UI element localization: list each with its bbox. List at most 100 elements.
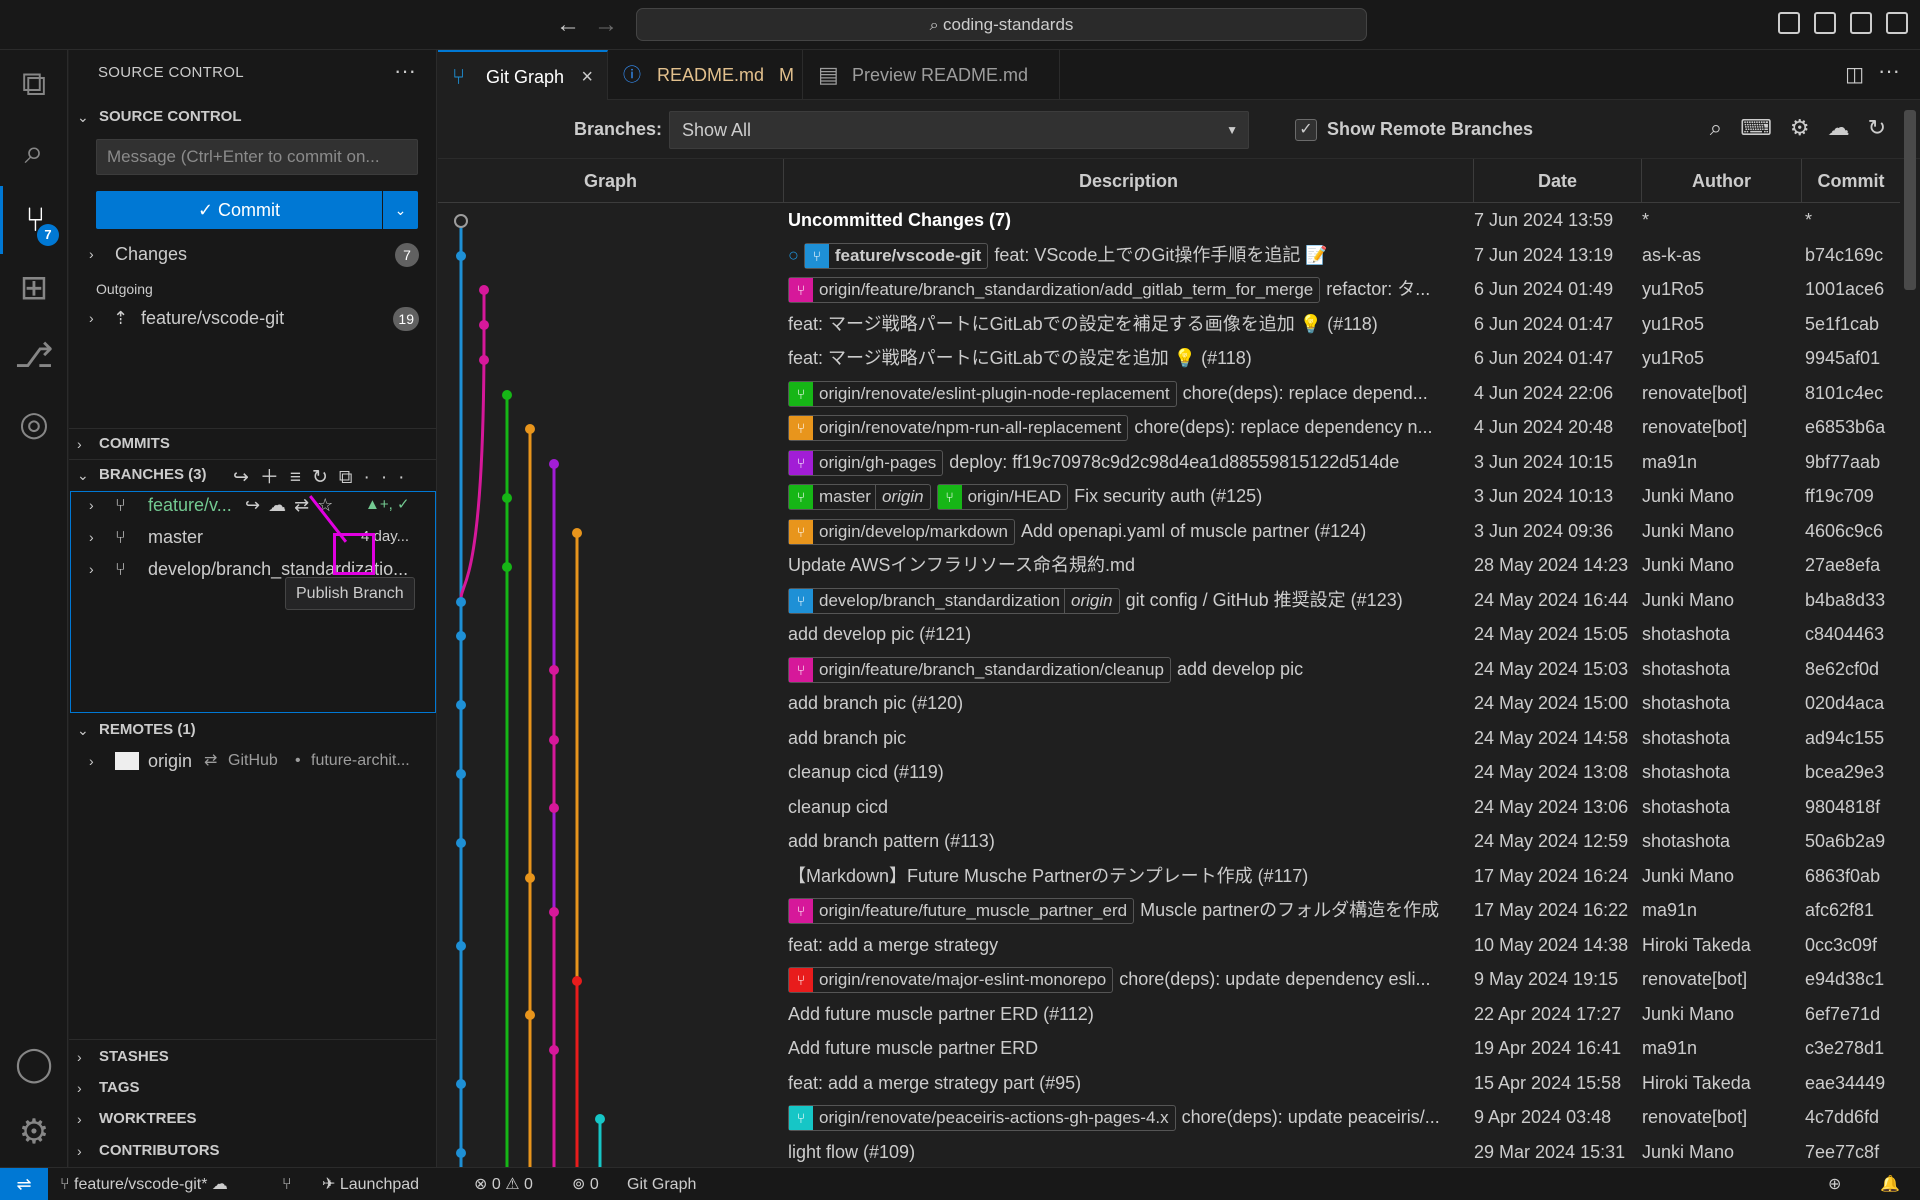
branch-ref-badge[interactable]: ⑂ origin/renovate/peaceiris-actions-gh-pa… [788,1105,1176,1132]
launchpad-item[interactable]: ✈ Launchpad [322,1168,419,1200]
table-row[interactable]: ⑂ origin/feature/branch_standardization/c… [438,652,1900,686]
branch-ref-badge[interactable]: ⑂ origin/renovate/npm-run-all-replacement [788,415,1129,442]
search-icon[interactable]: ⌕ [1710,115,1722,141]
table-row[interactable]: Uncommitted Changes (7) 7 Jun 2024 13:59 *… [438,203,1900,237]
col-commit[interactable]: Commit [1801,159,1900,203]
back-arrow-icon[interactable]: ← [553,10,583,40]
table-row[interactable]: ⑂ origin/develop/markdown Add openapi.yaml… [438,514,1900,548]
table-row[interactable]: feat: add a merge strategy part (#95) 15 … [438,1066,1900,1100]
more-actions-icon[interactable]: ··· [1878,58,1900,84]
explorer-icon[interactable]: ⧉ [0,50,68,118]
source-control-icon[interactable]: ⑂ 7 [0,186,68,254]
publish-branch-highlight[interactable] [333,533,375,575]
commit-button[interactable]: ✓ Commit [96,191,382,229]
branch-actions-toolbar[interactable]: ↪＋≡↻⧉··· [233,462,415,489]
terminal-icon[interactable]: ⌨ [1740,115,1772,141]
problems-item[interactable]: ⊗ 0 ⚠ 0 [474,1168,533,1200]
branch-status-item[interactable]: ⑂ feature/vscode-git* ☁ [60,1168,228,1200]
changes-group[interactable]: › Changes 7 [69,240,437,268]
table-row[interactable]: ○ ⑂ feature/vscode-git feat: VScode上でのGit操… [438,238,1900,272]
col-graph[interactable]: Graph [438,159,783,203]
section-tags[interactable]: › TAGS [69,1073,437,1103]
section-remotes[interactable]: ⌄ REMOTES (1) [69,715,437,745]
git-graph-status-item[interactable]: Git Graph [627,1168,696,1200]
ports-item[interactable]: ⊚ 0 [572,1168,599,1200]
toggle-primary-sidebar-icon[interactable] [1778,12,1800,34]
table-row[interactable]: ⑂ origin/renovate/npm-run-all-replacement… [438,410,1900,444]
command-center-search[interactable]: ⌕ coding-standards [636,8,1367,41]
split-editor-icon[interactable]: ◫ [1845,62,1864,87]
gear-icon[interactable]: ⚙ [0,1098,68,1166]
table-row[interactable]: feat: マージ戦略パートにGitLabでの設定を追加 💡 (#118) 6 J… [438,341,1900,375]
table-row[interactable]: ⑂ origin/feature/future_muscle_partner_er… [438,893,1900,927]
table-row[interactable]: ⑂ origin/renovate/eslint-plugin-node-repl… [438,376,1900,410]
table-row[interactable]: add branch pic 24 May 2024 14:58 shotashot… [438,721,1900,755]
table-row[interactable]: Add future muscle partner ERD (#112) 22 A… [438,997,1900,1031]
more-actions-icon[interactable]: ··· [394,58,416,84]
toggle-panel-icon[interactable] [1814,12,1836,34]
branch-ref-badge[interactable]: ⑂ origin/renovate/eslint-plugin-node-repl… [788,380,1177,407]
col-description[interactable]: Description [783,159,1473,203]
section-source-control[interactable]: ⌄ SOURCE CONTROL [69,102,437,132]
table-row[interactable]: Add future muscle partner ERD 19 Apr 2024… [438,1031,1900,1065]
branch-ref-badge[interactable]: ⑂ origin/gh-pages [788,449,944,476]
branch-ref-badge[interactable]: ⑂ feature/vscode-git [803,242,989,269]
branch-item-feature[interactable]: › ⑂ feature/v... ↪☁⇄☆ ▲+, ✓ [69,491,437,519]
table-row[interactable]: ⑂ origin/gh-pages deploy: ff19c70978c9d2c9… [438,445,1900,479]
table-row[interactable]: ⑂ master origin ⑂ origin/HEAD Fix security au… [438,479,1900,513]
branch-ref-badge[interactable]: ⑂ origin/feature/branch_standardization/a… [788,277,1321,304]
tab-readme[interactable]: ⓘ README.md M [609,50,803,100]
branch-ref-badge[interactable]: ⑂ develop/branch_standardization origin [788,587,1120,614]
refresh-icon[interactable]: ↻ [1868,115,1886,141]
show-remote-checkbox[interactable]: ✓ [1295,119,1317,141]
vertical-scrollbar[interactable] [1904,110,1916,290]
branch-ref-badge[interactable]: ⑂ origin/feature/future_muscle_partner_er… [788,898,1135,925]
section-contributors[interactable]: › CONTRIBUTORS [69,1136,437,1166]
table-row[interactable]: ⑂ origin/renovate/peaceiris-actions-gh-pa… [438,1100,1900,1134]
section-worktrees[interactable]: › WORKTREES [69,1104,437,1134]
branch-ref-badge[interactable]: ⑂ origin/develop/markdown [788,518,1015,545]
remote-indicator-icon[interactable]: ⇌ [0,1168,48,1200]
gear-icon[interactable]: ⚙ [1790,115,1810,141]
fetch-icon[interactable]: ☁ [1828,115,1850,141]
branch-ref-badge[interactable]: ⑂ origin/renovate/major-eslint-monorepo [788,967,1114,994]
table-row[interactable]: 【Markdown】Future Musche Partnerのテンプレート作成… [438,859,1900,893]
table-row[interactable]: ⑂ develop/branch_standardization origin git… [438,583,1900,617]
outgoing-branch[interactable]: › ⇡ feature/vscode-git 19 [69,304,437,332]
customize-layout-icon[interactable] [1886,12,1908,34]
account-icon[interactable]: ◯ [0,1030,68,1098]
search-icon[interactable]: ⌕ [0,118,68,186]
table-row[interactable]: add branch pic (#120) 24 May 2024 15:00 sh… [438,686,1900,720]
branch-item-master[interactable]: › ⑂ master 4 day... [69,523,437,551]
col-author[interactable]: Author [1641,159,1801,203]
col-date[interactable]: Date [1473,159,1641,203]
close-icon[interactable]: × [581,52,593,102]
branch-ref-badge[interactable]: ⑂ origin/feature/branch_standardization/c… [788,656,1171,683]
notifications-bell-icon[interactable]: 🔔 [1880,1168,1900,1200]
table-row[interactable]: cleanup cicd (#119) 24 May 2024 13:08 shot… [438,755,1900,789]
branches-select[interactable]: Show All ▼ [669,111,1249,149]
section-stashes[interactable]: › STASHES [69,1042,437,1072]
toggle-secondary-sidebar-icon[interactable] [1850,12,1872,34]
table-row[interactable]: Update AWSインフラリソース命名規約.md 28 May 2024 14:… [438,548,1900,582]
table-row[interactable]: feat: マージ戦略パートにGitLabでの設定を補足する画像を追加 💡 (#… [438,307,1900,341]
git-graph-status-icon[interactable]: ⑂ [282,1168,292,1200]
table-row[interactable]: add develop pic (#121) 24 May 2024 15:05 s… [438,617,1900,651]
table-row[interactable]: add branch pattern (#113) 24 May 2024 12:… [438,824,1900,858]
remote-item-origin[interactable]: › origin ⇄ GitHub • future-archit... [69,747,437,775]
tab-preview-readme[interactable]: ▤ Preview README.md [804,50,1060,100]
extensions-icon[interactable]: ⊞ [0,254,68,322]
gitlens-icon[interactable]: ◎ [0,390,68,458]
table-row[interactable]: light flow (#109) 29 Mar 2024 15:31 Junki … [438,1135,1900,1169]
branch-ref-badge[interactable]: ⑂ master origin [788,484,931,511]
table-row[interactable]: ⑂ origin/feature/branch_standardization/a… [438,272,1900,306]
commit-dropdown-button[interactable]: ⌄ [383,191,418,229]
tab-git-graph[interactable]: ⑂ Git Graph × [438,50,608,100]
table-row[interactable]: ⑂ origin/renovate/major-eslint-monorepo ch… [438,962,1900,996]
section-commits[interactable]: › COMMITS [69,429,437,459]
forward-arrow-icon[interactable]: → [591,10,621,40]
table-row[interactable]: feat: add a merge strategy 10 May 2024 14… [438,928,1900,962]
zoom-icon[interactable]: ⊕ [1828,1168,1841,1200]
git-graph-icon[interactable]: ⎇ [0,322,68,390]
table-row[interactable]: cleanup cicd 24 May 2024 13:06 shotashota 9… [438,790,1900,824]
